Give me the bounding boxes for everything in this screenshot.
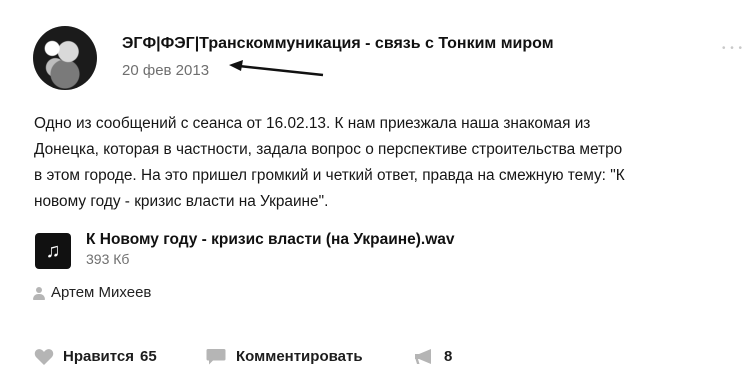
- audio-file-size: 393 Кб: [86, 251, 130, 267]
- post-text-line: Одно из сообщений с сеанса от 16.02.13. …: [34, 115, 591, 132]
- wall-post: ЭГФ|ФЭГ|Транскоммуникация - связь с Тонк…: [0, 0, 756, 369]
- community-avatar[interactable]: [33, 26, 97, 90]
- person-icon: [33, 287, 45, 301]
- signer-name[interactable]: Артем Михеев: [51, 284, 151, 301]
- post-text: Одно из сообщений с сеанса от 16.02.13. …: [34, 111, 734, 215]
- post-text-line: Донецка, которая в частности, задала воп…: [34, 141, 623, 158]
- like-button[interactable]: Нравится 65: [34, 347, 184, 367]
- post-text-line: в этом городе. На это пришел громкий и ч…: [34, 167, 625, 184]
- comment-label: Комментировать: [236, 348, 363, 365]
- audio-attachment[interactable]: ♫ К Новому году - кризис власти (на Укра…: [35, 229, 635, 273]
- post-text-line: новому году - кризис власти на Украине".: [34, 193, 329, 210]
- post-date[interactable]: 20 фев 2013: [122, 62, 209, 79]
- heart-icon: [34, 349, 54, 365]
- annotation-arrow-icon: [229, 60, 324, 77]
- audio-title[interactable]: К Новому году - кризис власти (на Украин…: [86, 231, 455, 249]
- music-note-icon[interactable]: ♫: [35, 233, 71, 269]
- more-options-icon[interactable]: • • •: [722, 43, 743, 54]
- like-count: 65: [140, 348, 157, 365]
- megaphone-icon: [415, 349, 431, 364]
- comment-icon: [206, 349, 226, 365]
- post-author[interactable]: ЭГФ|ФЭГ|Транскоммуникация - связь с Тонк…: [122, 35, 554, 53]
- share-button[interactable]: 8: [414, 347, 474, 367]
- like-label: Нравится: [63, 348, 135, 365]
- comment-button[interactable]: Комментировать: [206, 347, 391, 367]
- share-count: 8: [444, 348, 453, 365]
